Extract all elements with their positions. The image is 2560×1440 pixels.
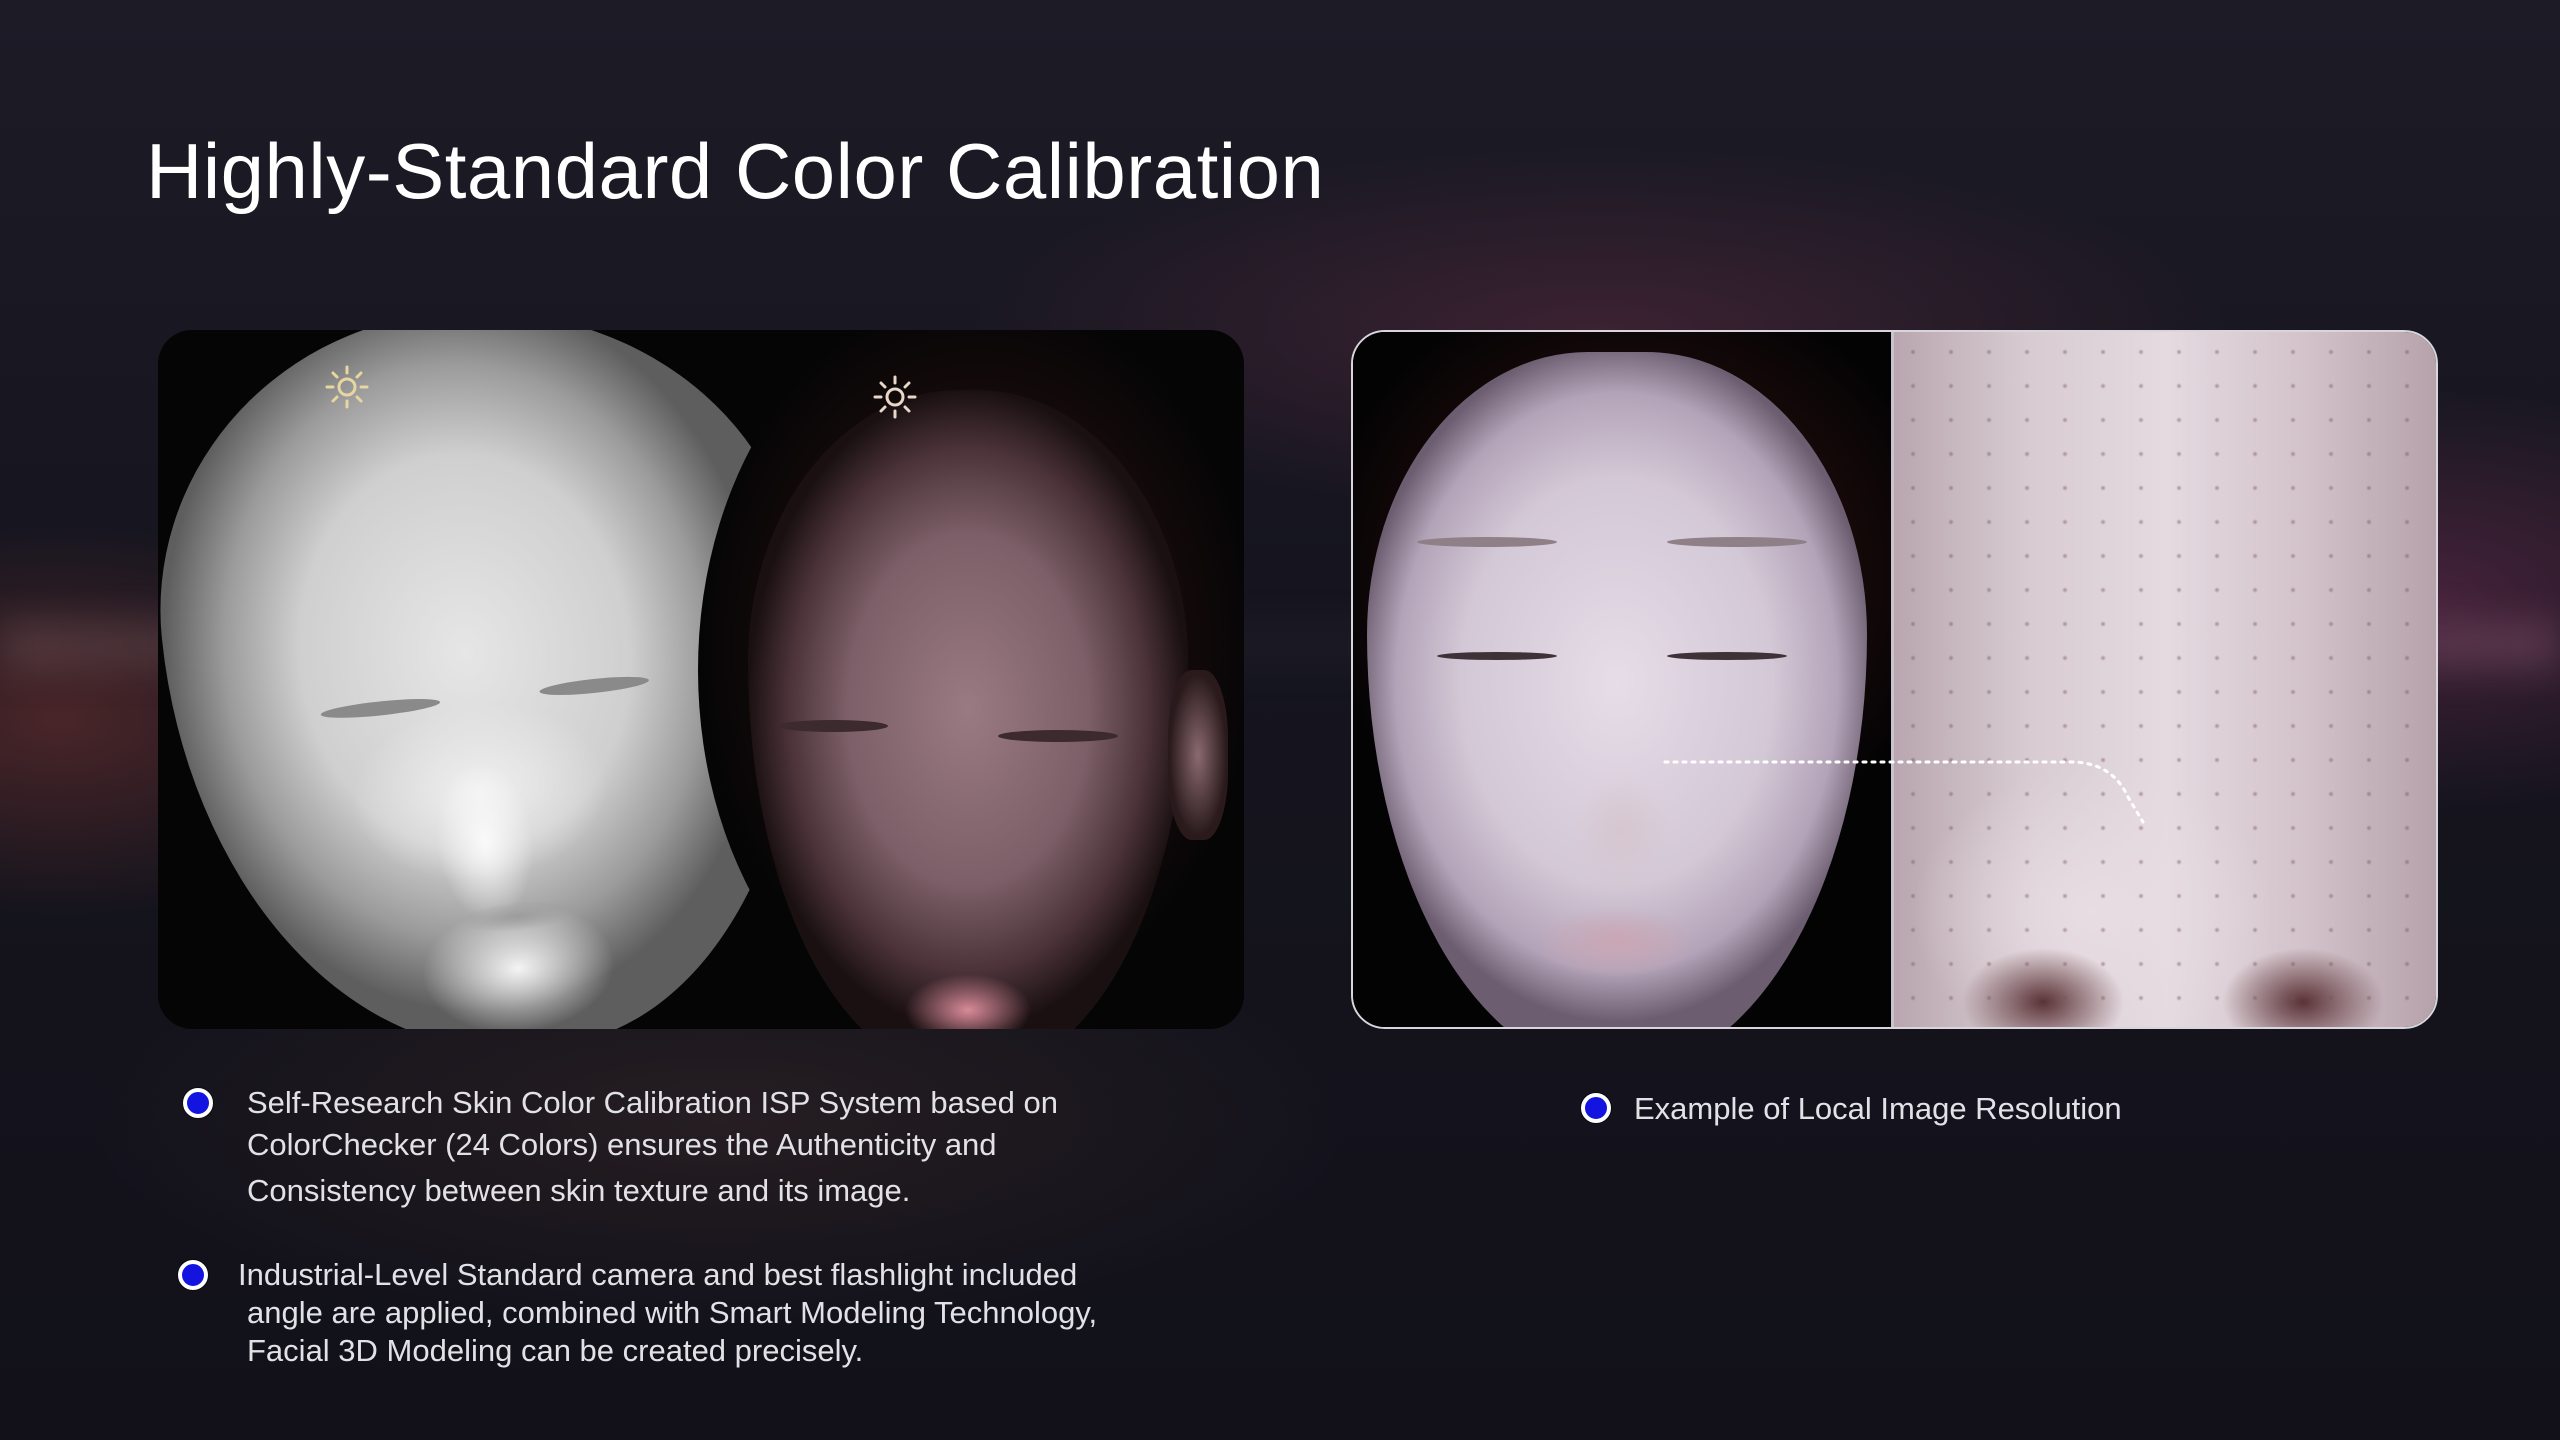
zoom-pointer-line [1663,760,2145,824]
bullet-calibration-isp: Self-Research Skin Color Calibration ISP… [247,1082,1058,1212]
local-resolution-example-image [1351,330,2438,1029]
bullet-line: angle are applied, combined with Smart M… [247,1295,1098,1330]
page-title: Highly-Standard Color Calibration [146,127,1325,215]
model-left-eye [319,695,441,722]
bullet-industrial-camera: Industrial-Level Standard camera and bes… [238,1256,1097,1370]
bullet-line: ColorChecker (24 Colors) ensures the Aut… [247,1127,997,1162]
sun-icon [325,365,369,409]
bullet-line: Consistency between skin texture and its… [247,1173,911,1208]
bullet-marker [178,1260,208,1290]
face-model-comparison-image [158,330,1244,1029]
textured-left-eye [778,720,888,732]
model-right-eye [538,673,650,699]
textured-face [748,390,1188,1029]
bullet-marker [183,1088,213,1118]
textured-right-eye [998,730,1118,742]
bullet-line: Example of Local Image Resolution [1634,1091,2122,1126]
bullet-marker [1581,1093,1611,1123]
bullet-line: Self-Research Skin Color Calibration ISP… [247,1085,1058,1120]
textured-ear [1168,670,1228,840]
sun-icon [873,375,917,419]
bullet-line: Industrial-Level Standard camera and bes… [238,1257,1078,1292]
bullet-local-resolution: Example of Local Image Resolution [1634,1088,2122,1130]
bullet-line: Facial 3D Modeling can be created precis… [247,1333,864,1368]
